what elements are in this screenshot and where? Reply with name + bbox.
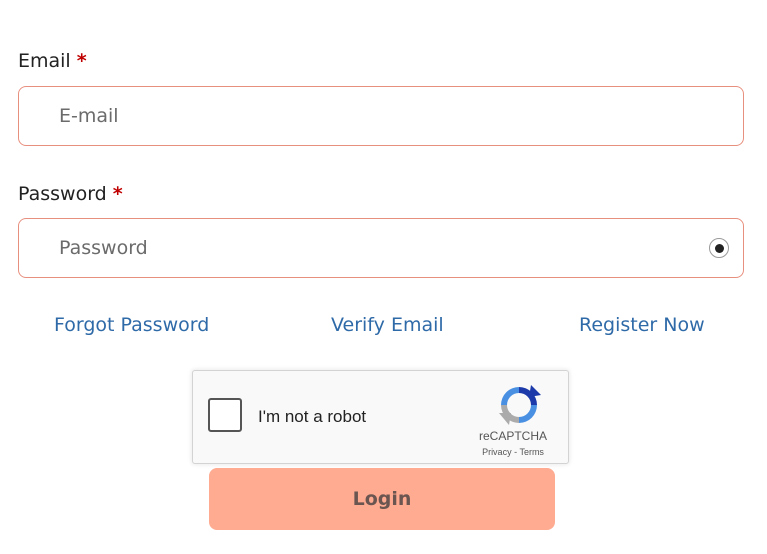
verify-email-link[interactable]: Verify Email [331, 314, 444, 336]
recaptcha-widget: I'm not a robot reCAPTCHA Privacy - Term… [192, 370, 569, 464]
recaptcha-logo-icon [499, 385, 541, 425]
forgot-password-link[interactable]: Forgot Password [54, 314, 209, 336]
register-now-link[interactable]: Register Now [579, 314, 705, 336]
email-label-text: Email [18, 50, 71, 72]
password-input[interactable] [59, 219, 679, 277]
email-input[interactable] [59, 87, 679, 145]
eye-icon[interactable] [709, 238, 729, 258]
eye-icon-pupil [714, 243, 724, 253]
password-field-container [18, 218, 744, 278]
recaptcha-brand: reCAPTCHA [478, 429, 547, 443]
password-required-star: * [112, 183, 123, 205]
recaptcha-checkbox[interactable] [208, 398, 242, 432]
login-button[interactable]: Login [209, 468, 555, 530]
recaptcha-separator: - [514, 447, 518, 457]
recaptcha-checkbox-label: I'm not a robot [258, 407, 367, 426]
email-label: Email * [18, 50, 87, 72]
password-label-text: Password [18, 183, 107, 205]
recaptcha-terms-link[interactable]: Terms [519, 447, 544, 457]
email-required-star: * [76, 50, 87, 72]
email-field-container [18, 86, 744, 146]
password-label: Password * [18, 183, 123, 205]
login-form: Email* Password* Forgot Password Verify … [0, 0, 767, 554]
recaptcha-privacy-link[interactable]: Privacy [482, 447, 512, 457]
recaptcha-terms: Privacy - Terms [463, 447, 563, 457]
